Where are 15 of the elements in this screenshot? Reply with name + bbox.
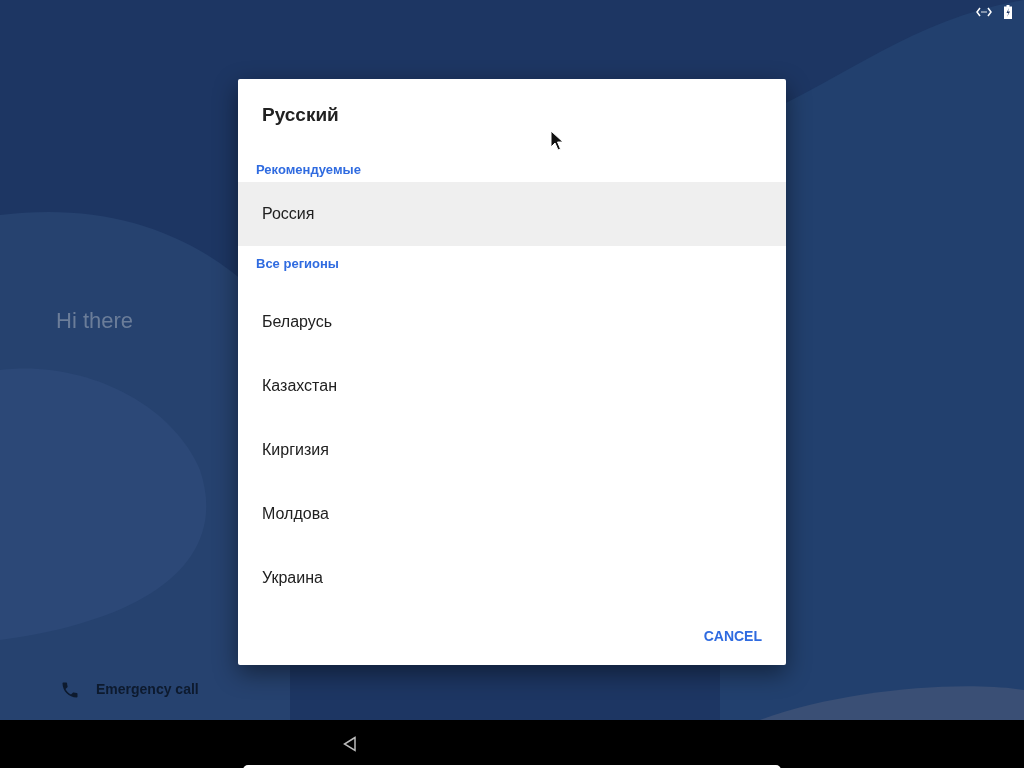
region-item[interactable]: Украина [238,545,786,610]
region-item[interactable]: Казахстан [238,353,786,418]
region-item[interactable]: Киргизия [238,417,786,482]
section-heading: Рекомендуемые [256,160,362,179]
section-heading: Все регионы [256,254,340,273]
region-item[interactable]: Молдова [238,481,786,546]
cancel-button[interactable]: CANCEL [703,626,762,647]
code-icon [976,7,992,17]
greeting-text: Hi there [56,307,134,335]
region-item[interactable]: Беларусь [238,289,786,354]
region-item[interactable]: Россия [238,181,786,246]
cursor-icon [550,130,564,152]
back-icon[interactable] [343,736,357,752]
battery-icon [1004,5,1012,19]
dialog-title: Русский [262,103,340,127]
